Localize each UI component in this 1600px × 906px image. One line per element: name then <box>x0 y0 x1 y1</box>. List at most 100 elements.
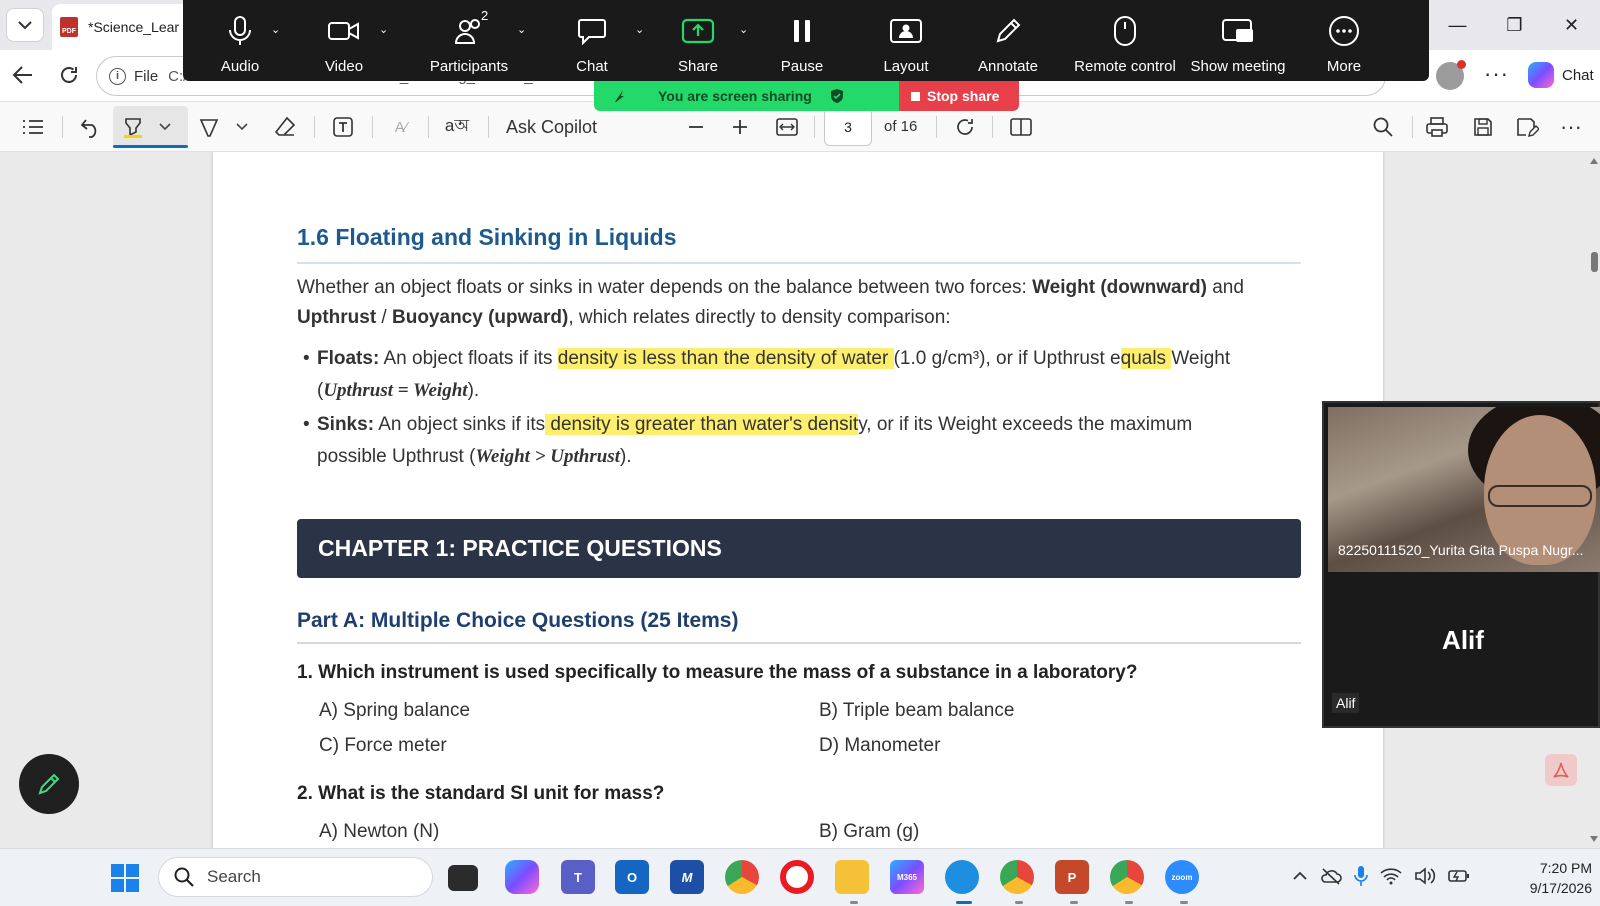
wifi-icon[interactable] <box>1380 867 1402 885</box>
chevron-down-icon[interactable] <box>234 114 250 140</box>
question-1: 1. Which instrument is used specifically… <box>297 662 1138 683</box>
translate-icon[interactable]: aঅ <box>442 114 472 140</box>
outlook-icon[interactable]: O <box>615 860 649 894</box>
q2-option-b: B) Gram (g) <box>819 821 920 842</box>
pdf-file-icon: PDF <box>60 17 78 37</box>
pdf-more-icon[interactable]: ··· <box>1558 114 1584 140</box>
page-view-icon[interactable] <box>1008 114 1034 140</box>
taskbar-clock[interactable]: 7:20 PM 9/17/2026 <box>1506 858 1592 898</box>
system-tray <box>1292 865 1470 887</box>
copilot-app-icon[interactable] <box>505 860 539 894</box>
read-aloud-icon[interactable]: A⁄ <box>388 114 414 140</box>
draw-icon[interactable] <box>196 114 222 140</box>
remote-control-button[interactable]: Remote control <box>1071 10 1179 80</box>
tab-list-button[interactable] <box>6 8 44 42</box>
clock-date: 9/17/2026 <box>1529 880 1592 896</box>
text-box-icon[interactable] <box>330 114 356 140</box>
chrome-profile-2-icon[interactable] <box>1110 860 1144 894</box>
edge-icon[interactable] <box>945 860 979 894</box>
restore-icon[interactable]: ❐ <box>1486 0 1543 50</box>
toolbar-divider <box>372 116 373 138</box>
microphone-icon[interactable] <box>1354 865 1368 887</box>
save-as-icon[interactable] <box>1514 114 1540 140</box>
show-meeting-button[interactable]: Show meeting <box>1186 10 1290 80</box>
layout-button[interactable]: Layout <box>875 10 937 80</box>
battery-icon[interactable] <box>1448 867 1470 885</box>
contents-icon[interactable] <box>20 114 46 140</box>
share-options-chevron-icon[interactable]: ⌄ <box>739 23 748 36</box>
annotate-button[interactable]: Annotate <box>973 10 1043 80</box>
show-meeting-icon <box>1222 19 1253 42</box>
participants-options-chevron-icon[interactable]: ⌄ <box>517 23 526 36</box>
powerpoint-icon[interactable]: P <box>1055 860 1089 894</box>
section-title: 1.6 Floating and Sinking in Liquids <box>297 224 677 250</box>
opera-icon[interactable] <box>780 860 814 894</box>
onedrive-offline-icon[interactable] <box>1320 867 1342 885</box>
video-options-chevron-icon[interactable]: ⌄ <box>379 23 388 36</box>
more-icon <box>1329 16 1359 46</box>
share-status[interactable]: You are screen sharing <box>594 81 899 111</box>
page-number-input[interactable]: 3 <box>824 108 872 146</box>
running-indicator <box>850 901 858 904</box>
layout-icon <box>890 19 922 43</box>
rotate-icon[interactable] <box>952 114 978 140</box>
close-icon[interactable]: ✕ <box>1543 0 1600 50</box>
screen-sharing-banner: You are screen sharing Stop share <box>594 81 1019 111</box>
profile-avatar[interactable] <box>1436 60 1466 90</box>
participant-video-panel[interactable]: 82250111520_Yurita Gita Puspa Nugr... Al… <box>1322 401 1600 728</box>
task-view-icon[interactable] <box>448 865 478 891</box>
page-total-label: of 16 <box>884 118 918 135</box>
m365-icon[interactable]: M365 <box>890 860 924 894</box>
pause-share-button[interactable]: Pause <box>771 10 833 80</box>
chrome-profile-icon[interactable] <box>1000 860 1034 894</box>
toolbar-divider <box>428 116 429 138</box>
back-arrow-icon[interactable] <box>10 62 36 88</box>
zoom-app-icon[interactable]: zoom <box>1165 860 1199 894</box>
toolbar-divider <box>1412 116 1413 138</box>
edit-pen-button[interactable] <box>19 754 79 814</box>
audio-button[interactable]: Audio <box>209 10 271 80</box>
minimize-icon[interactable]: — <box>1429 0 1486 50</box>
refresh-icon[interactable] <box>56 62 82 88</box>
share-button[interactable]: Share <box>667 10 729 80</box>
acrobat-icon[interactable] <box>1545 754 1577 786</box>
stop-square-icon <box>911 91 920 101</box>
ask-copilot-button[interactable]: Ask Copilot <box>506 117 597 138</box>
app-icon-blue[interactable]: M <box>670 860 704 894</box>
print-icon[interactable] <box>1424 114 1450 140</box>
volume-icon[interactable] <box>1414 867 1436 885</box>
teams-icon[interactable]: T <box>561 860 595 894</box>
copilot-chat-label: Chat <box>1562 66 1594 84</box>
taskbar-search[interactable]: Search <box>158 857 433 897</box>
participants-count-badge: 2 <box>481 8 489 23</box>
chevron-down-icon[interactable] <box>157 114 173 140</box>
more-button[interactable]: More <box>1313 10 1375 80</box>
chat-options-chevron-icon[interactable]: ⌄ <box>635 23 644 36</box>
browser-more-icon[interactable]: ··· <box>1484 61 1509 87</box>
windows-start-icon[interactable] <box>110 863 140 893</box>
chat-button[interactable]: Chat <box>561 10 623 80</box>
undo-icon[interactable] <box>78 114 104 140</box>
eraser-icon[interactable] <box>272 114 298 140</box>
info-icon[interactable]: i <box>109 67 126 85</box>
participants-icon <box>454 19 480 44</box>
chrome-icon[interactable] <box>725 860 759 894</box>
file-explorer-icon[interactable] <box>835 860 869 894</box>
chapter-banner: CHAPTER 1: PRACTICE QUESTIONS <box>297 519 1301 578</box>
copilot-chat-button[interactable]: Chat <box>1528 62 1594 88</box>
part-title: Part A: Multiple Choice Questions (25 It… <box>297 609 739 632</box>
stop-share-button[interactable]: Stop share <box>899 81 1019 111</box>
chevron-up-icon[interactable] <box>1292 871 1308 881</box>
participants-button[interactable]: 2 Participants <box>419 8 519 80</box>
highlighter-icon[interactable] <box>120 114 146 140</box>
bullet-dot: • <box>303 348 310 369</box>
search-icon[interactable] <box>1370 114 1396 140</box>
title-divider <box>297 262 1301 264</box>
zoom-out-icon[interactable] <box>684 114 708 140</box>
fit-width-icon[interactable] <box>774 114 800 140</box>
zoom-in-icon[interactable] <box>728 114 752 140</box>
save-icon[interactable] <box>1470 114 1496 140</box>
audio-options-chevron-icon[interactable]: ⌄ <box>271 23 280 36</box>
sinks-label: Sinks: <box>317 414 375 435</box>
video-button[interactable]: Video <box>313 10 375 80</box>
